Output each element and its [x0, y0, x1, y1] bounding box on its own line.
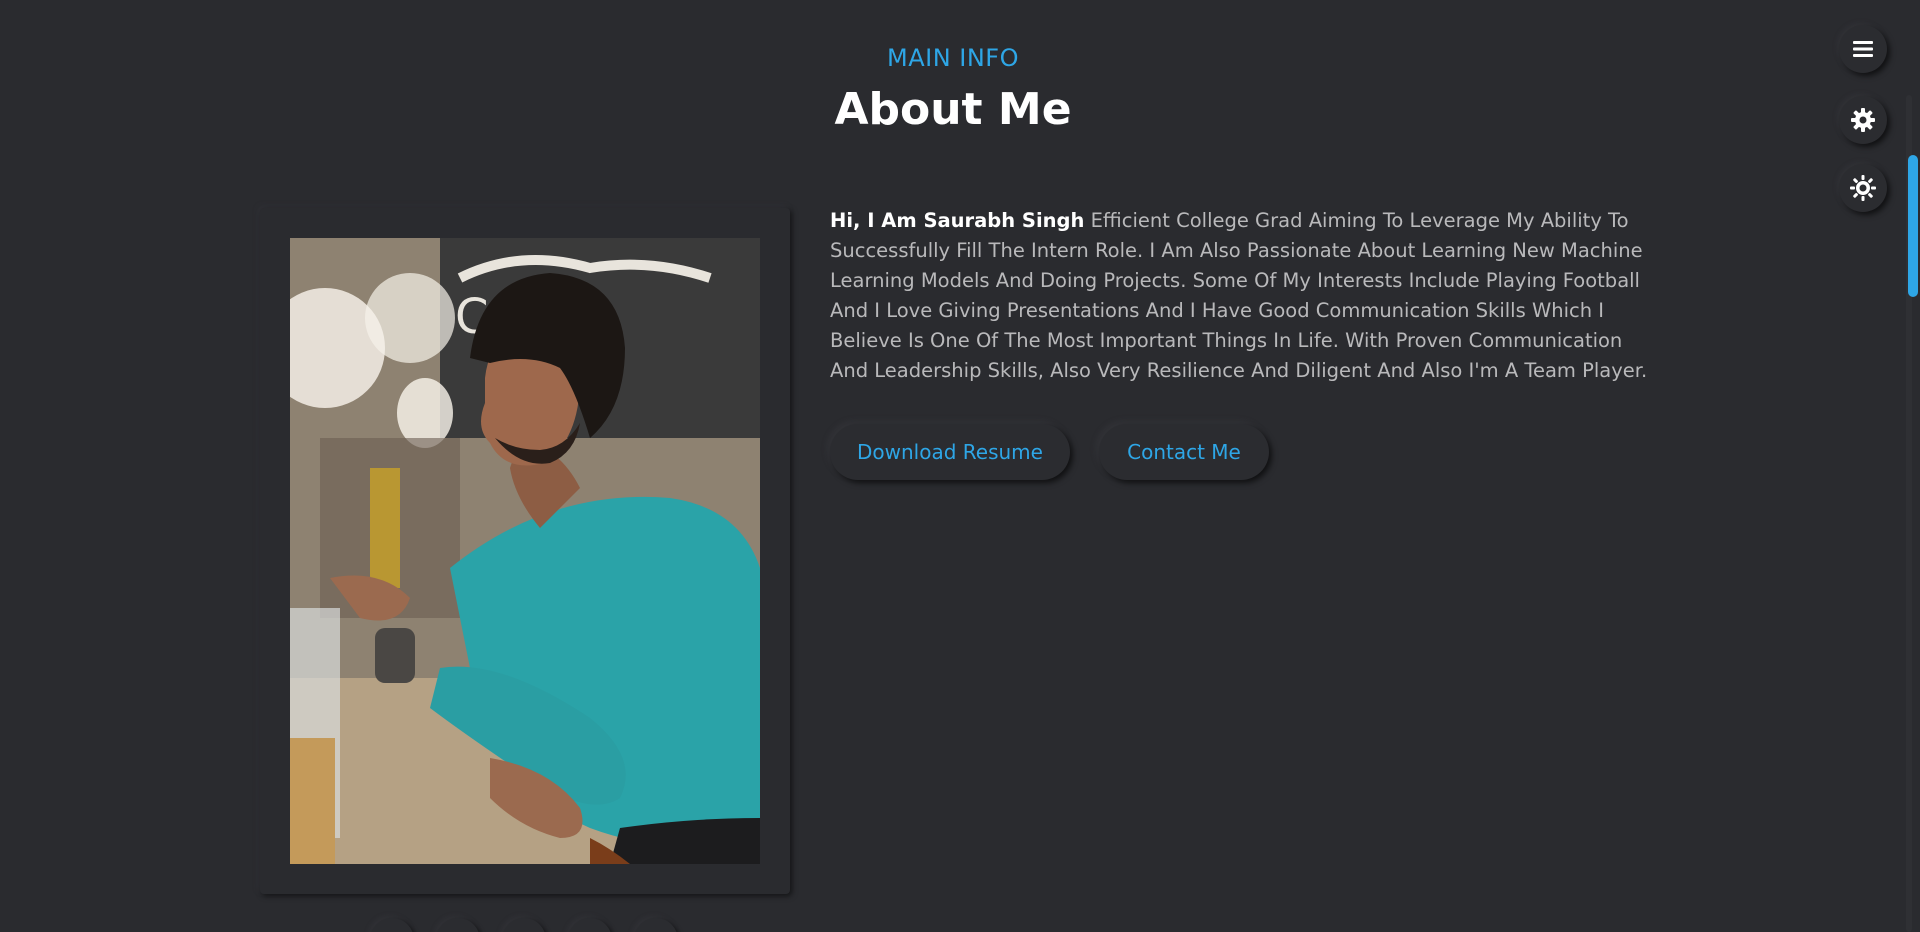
contact-me-button[interactable]: Contact Me — [1099, 424, 1269, 480]
profile-photo-illustration: C — [290, 238, 760, 864]
social-link-4[interactable] — [568, 918, 612, 932]
page-title: About Me — [834, 84, 1072, 135]
section-subtitle: MAIN INFO — [886, 44, 1019, 72]
page: MAIN INFO About Me C Hi, I Am Saurabh Si… — [0, 0, 1920, 932]
profile-photo-frame: C — [260, 208, 790, 894]
social-link-5[interactable] — [634, 918, 678, 932]
sun-icon — [1850, 175, 1876, 201]
social-link-3[interactable] — [502, 918, 546, 932]
settings-button[interactable] — [1839, 96, 1887, 144]
about-description: Hi, I Am Saurabh Singh Efficient College… — [830, 206, 1652, 386]
menu-button[interactable] — [1839, 25, 1887, 73]
about-text: Efficient College Grad Aiming To Leverag… — [830, 209, 1648, 382]
scrollbar-thumb[interactable] — [1908, 155, 1918, 297]
profile-photo: C — [290, 238, 760, 864]
gear-icon — [1851, 108, 1875, 132]
theme-toggle-button[interactable] — [1839, 164, 1887, 212]
social-links — [370, 918, 678, 932]
hamburger-menu-icon — [1853, 41, 1873, 57]
about-greeting: Hi, I Am Saurabh Singh — [830, 209, 1085, 232]
social-link-2[interactable] — [436, 918, 480, 932]
social-link-1[interactable] — [370, 918, 414, 932]
download-resume-button[interactable]: Download Resume — [830, 424, 1070, 480]
